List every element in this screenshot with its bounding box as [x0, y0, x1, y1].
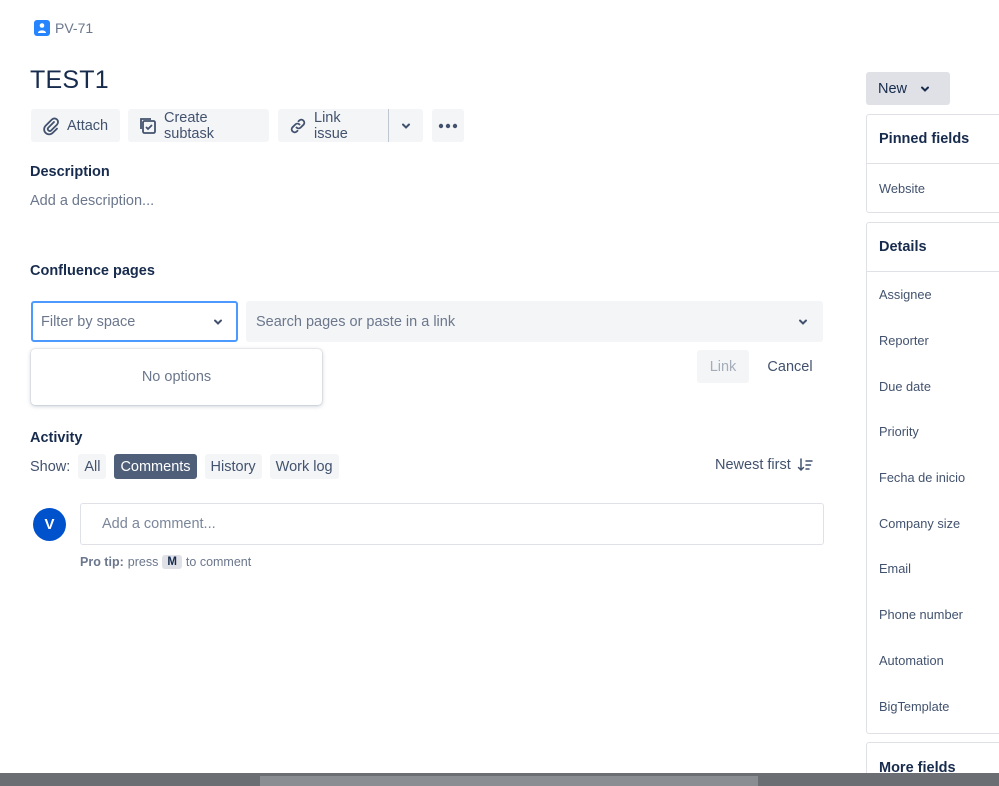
issue-type-icon: [34, 20, 50, 36]
issue-title[interactable]: TEST1: [30, 66, 109, 95]
filter-placeholder: Filter by space: [41, 313, 136, 330]
more-actions-button[interactable]: [432, 109, 464, 142]
chevron-down-icon: [921, 86, 930, 92]
field-fecha-de-inicio: Fecha de inicio: [879, 470, 966, 486]
link-button[interactable]: Link: [697, 350, 749, 383]
paperclip-icon: [43, 117, 59, 135]
chevron-down-icon: [799, 319, 807, 325]
status-button[interactable]: New: [866, 72, 950, 105]
field-email: Email: [879, 561, 911, 577]
protip-key: M: [162, 555, 182, 569]
protip-label: Pro tip:: [80, 555, 124, 569]
description-field[interactable]: Add a description...: [30, 193, 154, 209]
pinned-fields-panel: Pinned fields Website: [866, 114, 999, 213]
filter-comments-button[interactable]: Comments: [114, 454, 197, 479]
link-issue-dropdown-button[interactable]: [389, 109, 423, 142]
search-pages-input[interactable]: Search pages or paste in a link: [246, 301, 823, 342]
filter-worklog-button[interactable]: Work log: [269, 454, 339, 479]
attach-label: Attach: [67, 117, 109, 134]
details-panel: Details Assignee Reporter Due date Prior…: [866, 222, 999, 734]
pinned-fields-heading[interactable]: Pinned fields: [867, 115, 999, 164]
no-options-text: No options: [141, 369, 212, 385]
filter-all-button[interactable]: All: [78, 454, 107, 479]
confluence-heading: Confluence pages: [30, 263, 155, 279]
show-label: Show:: [30, 458, 71, 475]
more-icon: [438, 123, 458, 128]
sort-order-button[interactable]: Newest first: [715, 457, 813, 473]
chevron-down-icon: [402, 123, 410, 129]
field-website: Website: [879, 181, 925, 196]
filter-by-space-select[interactable]: Filter by space: [31, 301, 238, 342]
field-automation: Automation: [879, 652, 944, 668]
field-reporter: Reporter: [879, 333, 929, 349]
link-icon: [290, 118, 306, 133]
filter-history-button[interactable]: History: [204, 454, 262, 479]
field-phone-number: Phone number: [879, 607, 963, 623]
subtask-icon: [140, 117, 156, 134]
attach-button[interactable]: Attach: [31, 109, 120, 142]
protip-after: to comment: [185, 555, 252, 569]
protip-press: press: [127, 555, 159, 569]
description-heading: Description: [30, 164, 110, 180]
horizontal-scrollbar-thumb[interactable]: [260, 776, 758, 786]
field-company-size: Company size: [879, 515, 961, 531]
field-bigtemplate: BigTemplate: [879, 698, 950, 714]
field-priority: Priority: [879, 424, 919, 440]
field-assignee: Assignee: [879, 287, 932, 303]
link-issue-label: Link issue: [314, 109, 348, 142]
breadcrumb[interactable]: PV-71: [34, 20, 93, 36]
issue-key[interactable]: PV-71: [55, 20, 93, 36]
status-label: New: [878, 80, 908, 97]
pro-tip: Pro tip: press M to comment: [80, 555, 251, 569]
activity-heading: Activity: [30, 430, 83, 446]
comment-input[interactable]: Add a comment...: [80, 503, 824, 545]
create-subtask-label: Create subtask: [164, 109, 214, 142]
activity-filter-row: Show: All Comments History Work log: [30, 454, 339, 479]
details-heading[interactable]: Details: [867, 223, 999, 272]
search-pages-placeholder: Search pages or paste in a link: [256, 313, 456, 330]
sort-label: Newest first: [715, 457, 791, 473]
chevron-down-icon: [214, 319, 222, 325]
space-dropdown-menu: No options: [31, 349, 322, 405]
sort-icon: [797, 458, 813, 472]
avatar: V: [33, 508, 66, 541]
create-subtask-button[interactable]: Create subtask: [128, 109, 269, 142]
field-due-date: Due date: [879, 378, 931, 394]
link-issue-button[interactable]: Link issue: [278, 109, 388, 142]
cancel-button[interactable]: Cancel: [757, 350, 823, 383]
